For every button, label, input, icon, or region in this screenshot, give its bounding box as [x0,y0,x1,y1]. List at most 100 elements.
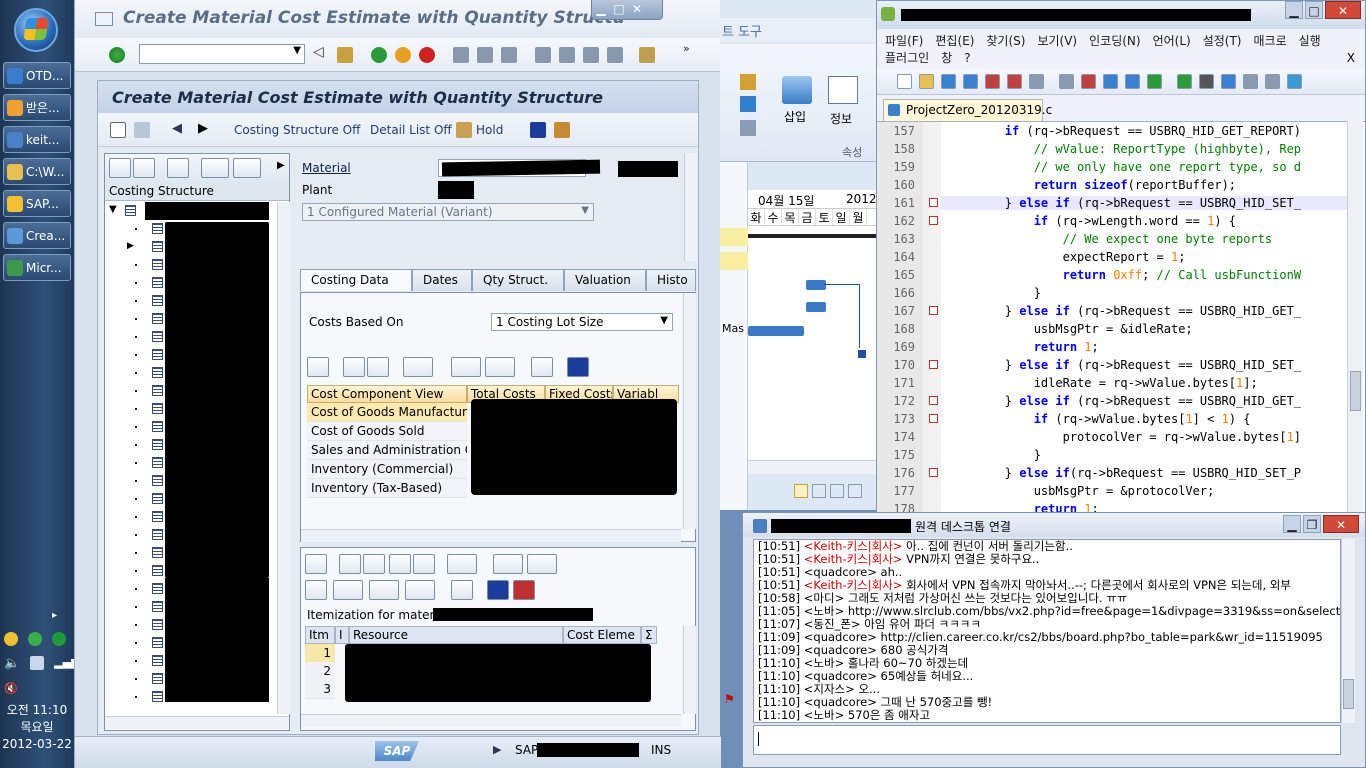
chat-sender[interactable]: <Keith-키스|회사> [804,578,903,592]
costs-based-on-dropdown-icon[interactable]: ▼ [660,315,668,326]
item-sort-desc-icon[interactable] [363,554,385,574]
item-grid-header[interactable]: Resource [349,626,563,644]
clock-time[interactable]: 오전 11:10 [0,702,74,718]
minimize-icon[interactable]: ▁ [592,0,610,18]
rdp-close-icon[interactable]: ✕ [1323,515,1359,533]
hold-icon[interactable] [456,122,472,138]
expand-all-icon[interactable] [109,158,131,178]
display-change-icon[interactable] [134,122,150,138]
npp-app-icon[interactable] [881,7,895,21]
tree-print-icon[interactable] [201,158,229,178]
item-graphic-icon[interactable] [451,580,473,600]
npp-menu-item[interactable]: 매크로 [1254,33,1287,50]
command-toggle-icon[interactable]: ◁ [313,44,329,60]
previous-item-icon[interactable]: ◀ [172,121,182,136]
zoom-in-icon[interactable] [1221,74,1236,89]
close-all-icon[interactable] [1007,74,1022,89]
tray-expand-icon[interactable]: ▸ [52,610,57,621]
wrap-icon[interactable] [1287,74,1302,89]
collapse-arrow-icon[interactable]: ▶ [127,241,134,251]
gantt-milestone[interactable] [858,350,866,358]
grid-find-icon[interactable] [343,357,365,377]
chat-sender[interactable]: <동진_폰> [804,617,861,631]
item-sum-icon[interactable] [493,554,523,574]
exit-icon[interactable] [395,47,411,63]
tab-costing-data[interactable]: Costing Data [300,269,412,291]
grid-views-icon[interactable] [451,357,481,377]
npp-menu-item[interactable]: 실행 [1299,33,1321,50]
info-panel-icon[interactable] [828,76,858,104]
code-scroll-thumb[interactable] [1350,371,1361,411]
chat-sender[interactable]: <Keith-키스|회사> [804,552,903,566]
network-icon[interactable] [30,656,45,670]
taskbar-button[interactable]: Crea... [3,222,71,249]
info-label[interactable]: 정보 [830,110,852,127]
grid-details-icon[interactable] [307,357,329,377]
redo-icon[interactable] [1147,74,1162,89]
close-icon[interactable]: ✕ [628,0,646,18]
chat-sender[interactable]: <quadcore> [804,643,877,657]
find-next-icon[interactable] [501,47,517,63]
item-grid-header[interactable]: Itm [305,626,335,644]
layout-icon[interactable] [639,47,655,63]
item-views-icon[interactable] [333,580,363,600]
fold-toggle-icon[interactable] [929,360,938,369]
npp-menu-item[interactable]: 설정(T) [1203,33,1242,50]
taskbar-button[interactable]: OTD... [3,62,71,89]
chat-sender[interactable]: <노바> [804,604,844,618]
npp-minimize-icon[interactable]: ▁ [1285,1,1303,19]
npp-close-icon[interactable]: ✕ [1325,1,1361,19]
back-icon[interactable] [371,47,387,63]
status-expand-icon[interactable]: ▶ [493,743,501,756]
zoom-out-icon[interactable] [1243,74,1258,89]
ribbon-tab-label[interactable]: 트 도구 [720,18,878,42]
gantt-hscroll[interactable] [748,460,878,474]
chat-sender[interactable]: <quadcore> [804,565,877,579]
configured-material-select[interactable]: 1 Configured Material (Variant) ▼ [302,203,594,221]
npp-menu-item[interactable]: 인코딩(N) [1089,33,1140,50]
grid-info-icon[interactable] [567,357,589,377]
code-editor[interactable]: 157 if (rq->bRequest == USBRQ_HID_GET_RE… [877,121,1365,518]
previous-page-icon[interactable] [559,47,575,63]
gantt-task-bar-3[interactable] [748,326,804,336]
grid-layout-icon[interactable] [485,357,515,377]
npp-menu-item[interactable]: 파일(F) [885,33,923,50]
view-gantt-icon[interactable] [812,484,826,498]
tab-valuation[interactable]: Valuation [564,269,646,291]
fold-toggle-icon[interactable] [929,414,938,423]
chat-sender[interactable]: <마디> [804,591,844,605]
configured-dropdown-icon[interactable]: ▼ [581,205,589,216]
first-page-icon[interactable] [535,47,551,63]
fold-toggle-icon[interactable] [929,198,938,207]
status-system[interactable]: SAP [515,743,538,757]
fold-toggle-icon[interactable] [929,396,938,405]
tab-histo[interactable]: Histo [646,269,696,291]
save-icon[interactable] [337,47,353,63]
cost-grid-hscroll[interactable] [301,529,681,542]
item-grid-header[interactable]: I [335,626,349,644]
command-dropdown-icon[interactable]: ▼ [293,45,301,56]
item-grid-header[interactable]: Cost Eleme [563,626,641,644]
view-grid-icon[interactable] [848,484,862,498]
cost-grid-header[interactable]: Cost Component View [307,385,467,403]
tree-more-icon[interactable]: ▶ [277,160,285,171]
chat-sender[interactable]: <quadcore> [804,630,877,644]
item-row-number[interactable]: 1 [305,644,335,663]
gantt-summary-bar[interactable] [748,234,878,238]
item-find-next-icon[interactable] [413,554,435,574]
fold-toggle-icon[interactable] [929,468,938,477]
toolbar-more-icon[interactable]: » [683,42,699,58]
item-grid-header[interactable]: Σ [641,626,657,644]
link-icon[interactable] [740,96,756,112]
item-find-icon[interactable] [389,554,411,574]
taskbar-button[interactable]: keit... [3,126,71,153]
next-page-icon[interactable] [583,47,599,63]
insert-label[interactable]: 삽입 [784,108,806,125]
cost-grid-row-label[interactable]: Inventory (Tax-Based) [307,479,467,498]
log-icon[interactable] [554,122,570,138]
chat-log[interactable]: [10:51] <Keith-키스|회사> 아.. 집에 컨넌이 서버 돌리기는… [753,539,1341,723]
cost-grid-row-label[interactable]: Cost of Goods Manufactured [307,403,467,422]
chat-sender[interactable]: <지자스> [804,682,855,696]
view-table-icon[interactable] [830,484,844,498]
sync-icon[interactable] [1265,74,1280,89]
